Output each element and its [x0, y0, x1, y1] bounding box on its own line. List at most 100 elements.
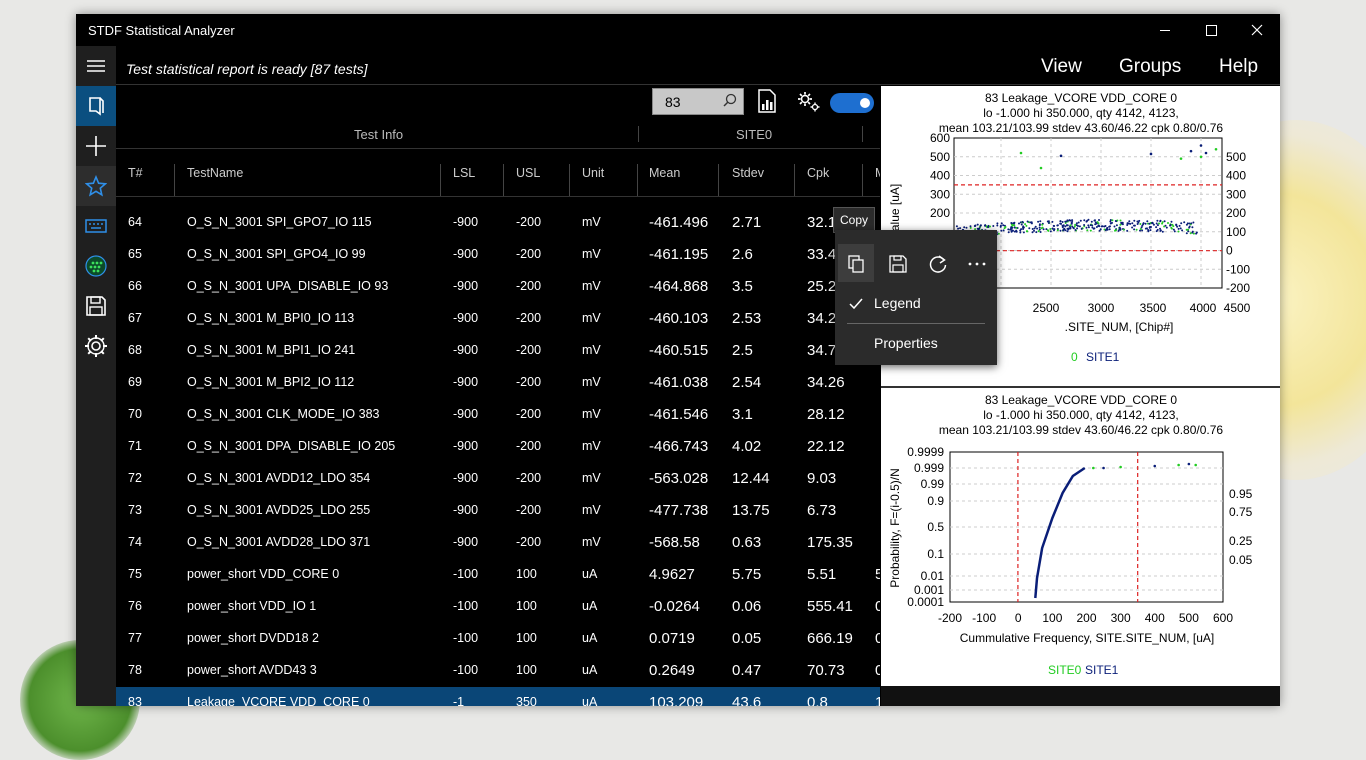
- data-point: [1049, 230, 1052, 233]
- data-point: [1131, 226, 1134, 229]
- options-button[interactable]: [796, 90, 822, 114]
- minimize-button[interactable]: [1142, 14, 1188, 46]
- col-header-unit[interactable]: Unit: [582, 166, 604, 180]
- data-point: [1075, 224, 1078, 227]
- data-point: [1011, 226, 1014, 229]
- app-header: Test statistical report is ready [87 tes…: [116, 46, 1280, 85]
- table-row[interactable]: 64 O_S_N_3001 SPI_GPO7_IO 115 -900 -200 mV -4…: [116, 207, 880, 239]
- x-tick-label: 4000: [1190, 301, 1217, 315]
- close-button[interactable]: [1234, 14, 1280, 46]
- table-row[interactable]: 69 O_S_N_3001 M_BPI2_IO 112 -900 -200 mV -461…: [116, 367, 880, 399]
- y-tick-label: 0.9: [927, 494, 944, 508]
- maximize-button[interactable]: [1188, 14, 1234, 46]
- cell-testname: Leakage_VCORE VDD_CORE 0: [187, 695, 370, 706]
- data-point: [1104, 225, 1107, 227]
- data-point: [1161, 230, 1164, 233]
- data-point: [1062, 224, 1065, 227]
- menu-help[interactable]: Help: [1219, 56, 1258, 78]
- table-row[interactable]: 66 O_S_N_3001 UPA_DISABLE_IO 93 -900 -200 mV…: [116, 271, 880, 303]
- y-tick-label: 300: [930, 187, 950, 201]
- data-point: [1170, 227, 1173, 230]
- favorites-button[interactable]: [76, 166, 116, 206]
- table-row[interactable]: 78 power_short AVDD43 3 -100 100 uA 0.2649 0.4…: [116, 655, 880, 687]
- x-axis-label: Cummulative Frequency, SITE.SITE_NUM, [u…: [960, 631, 1215, 645]
- data-point: [1051, 227, 1054, 230]
- cell-unit: uA: [582, 599, 598, 613]
- data-point: [1163, 225, 1166, 228]
- close-icon: [1251, 24, 1263, 36]
- table-row[interactable]: 67 O_S_N_3001 M_BPI0_IO 113 -900 -200 mV -460…: [116, 303, 880, 335]
- save-button[interactable]: [76, 286, 116, 326]
- table-row[interactable]: 70 O_S_N_3001 CLK_MODE_IO 383 -900 -200 mV -4…: [116, 399, 880, 431]
- menu-item-properties[interactable]: Properties: [835, 328, 997, 358]
- data-point: [1192, 221, 1195, 224]
- table-row[interactable]: 83 Leakage_VCORE VDD_CORE 0 -1 350 uA 103.209…: [116, 687, 880, 706]
- data-point: [1191, 230, 1194, 233]
- search-input[interactable]: [663, 93, 727, 111]
- refresh-button[interactable]: [919, 244, 955, 282]
- report-button[interactable]: [756, 88, 778, 114]
- y-tick-label: 0.75: [1229, 505, 1253, 519]
- col-header-tnum[interactable]: T#: [128, 166, 143, 180]
- probability-chart[interactable]: 83 Leakage_VCORE VDD_CORE 0lo -1.000 hi …: [881, 388, 1280, 686]
- settings-button[interactable]: [76, 326, 116, 366]
- data-point: [1185, 228, 1188, 231]
- cell-unit: mV: [582, 439, 601, 453]
- copy-button[interactable]: [838, 244, 874, 282]
- search-box[interactable]: [652, 88, 744, 115]
- hamburger-menu-icon: [87, 60, 105, 72]
- table-row[interactable]: 68 O_S_N_3001 M_BPI1_IO 241 -900 -200 mV -460…: [116, 335, 880, 367]
- cdf-curve: [1034, 466, 1086, 599]
- save-image-button[interactable]: [879, 244, 915, 282]
- table-row[interactable]: 71 O_S_N_3001 DPA_DISABLE_IO 205 -900 -200 m…: [116, 431, 880, 463]
- table-row[interactable]: 65 O_S_N_3001 SPI_GPO4_IO 99 -900 -200 mV -46…: [116, 239, 880, 271]
- cell-mean: -460.103: [649, 310, 709, 327]
- data-point: [1053, 225, 1056, 227]
- y-tick-label: -100: [1226, 262, 1250, 276]
- site-toggle[interactable]: [830, 93, 874, 113]
- data-point: [1194, 463, 1197, 467]
- menu-groups[interactable]: Groups: [1119, 56, 1181, 78]
- col-header-usl[interactable]: USL: [516, 166, 540, 180]
- table-row[interactable]: 76 power_short VDD_IO 1 -100 100 uA -0.0264 0.…: [116, 591, 880, 623]
- data-point: [1153, 464, 1157, 468]
- data-point: [984, 224, 986, 227]
- y-tick-label: 0.05: [1229, 553, 1253, 567]
- open-file-button[interactable]: [76, 86, 116, 126]
- col-header-lsl[interactable]: LSL: [453, 166, 475, 180]
- cell-testname: O_S_N_3001 SPI_GPO4_IO 99: [187, 247, 366, 261]
- menu-item-legend[interactable]: Legend: [835, 288, 997, 318]
- table-row[interactable]: 77 power_short DVDD18 2 -100 100 uA 0.0719 0.0…: [116, 623, 880, 655]
- data-point: [1170, 220, 1173, 223]
- col-header-testname[interactable]: TestName: [187, 166, 243, 180]
- table-row[interactable]: 73 O_S_N_3001 AVDD25_LDO 255 -900 -200 mV -47…: [116, 495, 880, 527]
- group-divider: [638, 126, 639, 142]
- data-point: [1076, 227, 1079, 230]
- table-row[interactable]: 74 O_S_N_3001 AVDD28_LDO 371 -900 -200 mV -56…: [116, 527, 880, 559]
- keyboard-button[interactable]: [76, 206, 116, 246]
- data-point: [1080, 227, 1083, 230]
- table-row[interactable]: 75 power_short VDD_CORE 0 -100 100 uA 4.9627 5…: [116, 559, 880, 591]
- data-point: [1075, 222, 1078, 225]
- col-header-m[interactable]: M: [875, 166, 880, 180]
- y-tick-label: 500: [1226, 150, 1246, 164]
- y-tick-label: 0.99: [921, 477, 945, 491]
- data-point: [1092, 466, 1095, 470]
- cell-tnum: 73: [128, 503, 142, 517]
- data-point: [1066, 227, 1069, 230]
- wafer-map-button[interactable]: [76, 246, 116, 286]
- x-tick-label: 500: [1179, 611, 1199, 625]
- x-tick-label: 600: [1213, 611, 1233, 625]
- col-header-mean[interactable]: Mean: [649, 166, 680, 180]
- hamburger-menu-button[interactable]: [76, 46, 116, 86]
- toolbar: [116, 85, 880, 120]
- col-header-stdev[interactable]: Stdev: [732, 166, 764, 180]
- add-button[interactable]: [76, 126, 116, 166]
- col-header-cpk[interactable]: Cpk: [807, 166, 829, 180]
- data-point: [1047, 222, 1050, 224]
- data-point: [1148, 222, 1151, 225]
- data-point: [1169, 224, 1172, 227]
- more-button[interactable]: [959, 244, 995, 282]
- menu-view[interactable]: View: [1041, 56, 1082, 78]
- table-row[interactable]: 72 O_S_N_3001 AVDD12_LDO 354 -900 -200 mV -56…: [116, 463, 880, 495]
